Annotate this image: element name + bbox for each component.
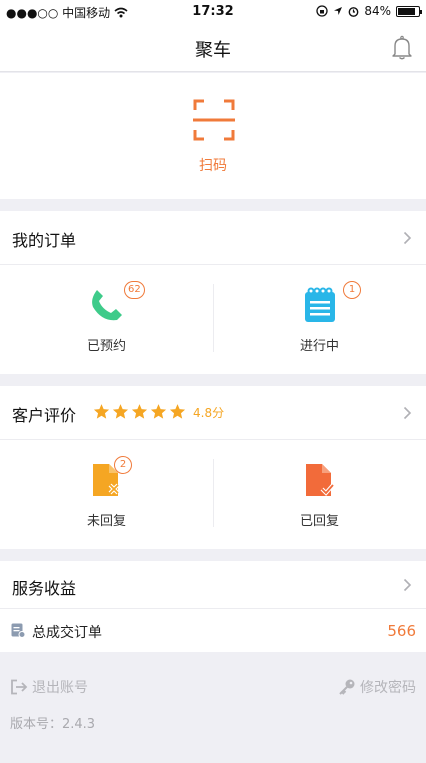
bell-icon[interactable] <box>390 35 414 61</box>
star-icon <box>150 404 167 419</box>
reviews-card: 客户评价 4.8分 2 未回复 已回复 <box>0 386 426 549</box>
reviews-title: 客户评价 <box>12 406 77 425</box>
order-list-icon <box>11 623 25 638</box>
version-label: 版本号：2.4.3 <box>10 717 96 732</box>
chevron-right-icon <box>403 406 412 420</box>
chevron-right-icon <box>403 231 412 245</box>
alarm-icon <box>348 6 359 17</box>
total-orders-value: 566 <box>387 622 416 640</box>
review-status-unreplied[interactable]: 2 未回复 <box>0 441 213 549</box>
logout-icon <box>11 679 28 695</box>
star-icon <box>112 404 129 419</box>
chevron-right-icon <box>403 578 412 592</box>
location-icon <box>334 7 343 15</box>
reviews-status-row: 2 未回复 已回复 <box>0 441 426 549</box>
unreplied-label: 未回复 <box>86 514 126 529</box>
orders-title: 我的订单 <box>12 231 77 250</box>
income-title: 服务收益 <box>12 579 77 598</box>
change-password-button[interactable]: 修改密码 <box>338 677 416 697</box>
orders-card: 我的订单 62 已预约 1 进行中 <box>0 211 426 374</box>
orders-header[interactable]: 我的订单 <box>0 211 426 265</box>
page-title: 聚车 <box>195 40 231 61</box>
rating-score: 4.8分 <box>193 406 225 420</box>
battery-fill <box>398 7 415 15</box>
key-icon <box>339 679 355 695</box>
battery-percent: 84% <box>364 4 391 18</box>
income-header[interactable]: 服务收益 <box>0 561 426 608</box>
notepad-icon <box>305 287 335 322</box>
phone-icon <box>92 290 122 321</box>
scan-section[interactable]: 扫码 <box>0 73 426 199</box>
reviews-header[interactable]: 客户评价 4.8分 <box>0 386 426 440</box>
footer: 退出账号 修改密码 版本号：2.4.3 <box>0 653 426 763</box>
total-orders-label: 总成交订单 <box>32 625 102 641</box>
unreplied-count-badge: 2 <box>114 456 132 474</box>
logout-button[interactable]: 退出账号 <box>10 677 88 697</box>
in-progress-label: 进行中 <box>299 339 339 354</box>
in-progress-count-badge: 1 <box>343 281 361 299</box>
rotation-lock-icon <box>316 5 328 17</box>
logout-label: 退出账号 <box>32 680 88 696</box>
status-right-group: 84% <box>316 4 422 18</box>
change-password-label: 修改密码 <box>360 680 416 696</box>
star-icon <box>131 404 148 419</box>
battery-icon <box>396 5 422 17</box>
document-check-icon <box>306 464 335 496</box>
scan-label: 扫码 <box>199 158 227 174</box>
rating-stars <box>93 403 186 420</box>
review-status-replied[interactable]: 已回复 <box>213 441 426 549</box>
star-icon <box>169 404 186 419</box>
order-status-in-progress[interactable]: 1 进行中 <box>213 266 426 374</box>
star-icon <box>93 404 110 419</box>
booked-count-badge: 62 <box>124 281 145 299</box>
replied-label: 已回复 <box>299 514 339 529</box>
nav-bar: 聚车 <box>0 24 426 72</box>
total-orders-row[interactable]: 总成交订单 566 <box>0 608 426 652</box>
order-status-booked[interactable]: 62 已预约 <box>0 266 213 374</box>
booked-label: 已预约 <box>86 339 126 354</box>
scan-icon[interactable] <box>193 99 235 141</box>
orders-status-row: 62 已预约 1 进行中 <box>0 266 426 374</box>
income-card: 服务收益 总成交订单 566 <box>0 561 426 652</box>
status-bar: ●●●○○ 中国移动 17:32 84% <box>0 0 426 24</box>
